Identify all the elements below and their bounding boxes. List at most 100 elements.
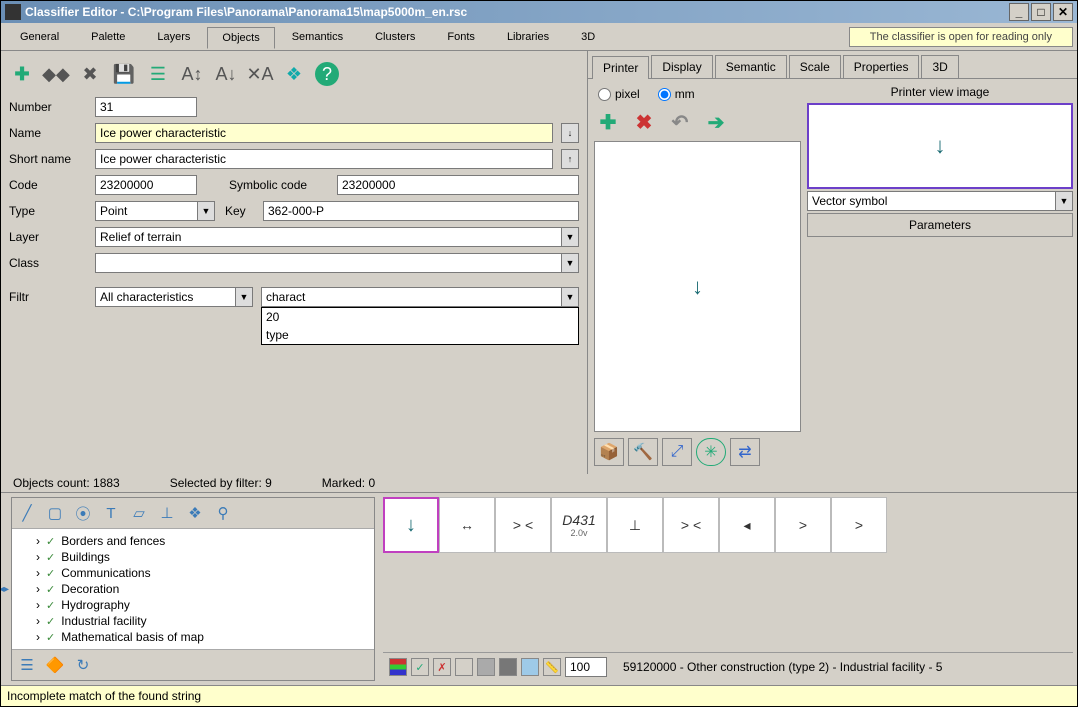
redo-icon[interactable]: ➔ [702,109,730,135]
parameters-button[interactable]: Parameters [807,213,1073,237]
layer-select[interactable] [95,227,561,247]
chevron-right-icon[interactable]: › [36,598,40,612]
key-input[interactable] [263,201,579,221]
text-tool-icon[interactable]: T [100,502,122,524]
delete-icon[interactable]: ✖ [77,61,103,87]
tab-semantic[interactable]: Semantic [715,55,787,78]
geo-tool-icon[interactable]: ⚲ [212,502,234,524]
symbol-cell[interactable]: ⊥ [607,497,663,553]
tab-properties[interactable]: Properties [843,55,920,78]
tree-color-icon[interactable]: 🔶 [44,654,66,676]
delete-preview-icon[interactable]: ✖ [630,109,658,135]
swatch-gray[interactable] [499,658,517,676]
name-dropdown-button[interactable]: ↓ [561,123,579,143]
class-dropdown-button[interactable]: ▼ [561,253,579,273]
name-input[interactable] [95,123,553,143]
swap-icon[interactable]: ⇄ [730,438,760,466]
chevron-right-icon[interactable]: › [36,550,40,564]
tree-list-icon[interactable]: ☰ [16,654,38,676]
collapse-icon[interactable]: ✳ [696,438,726,466]
tab-palette[interactable]: Palette [76,26,140,48]
symbol-cell[interactable]: D4312.0v [551,497,607,553]
tab-clusters[interactable]: Clusters [360,26,430,48]
chevron-right-icon[interactable]: › [36,566,40,580]
preview-canvas[interactable]: ↓ [594,141,801,432]
check-list-icon[interactable]: ✓ [411,658,429,676]
code-input[interactable] [95,175,197,195]
minimize-button[interactable]: _ [1009,3,1029,21]
swatch-lightgray[interactable] [477,658,495,676]
close-button[interactable]: ✕ [1053,3,1073,21]
expand-icon[interactable]: ⤢ [662,438,692,466]
mm-radio[interactable]: mm [658,87,695,101]
template-tool-icon[interactable]: ⊥ [156,502,178,524]
swatch-blue[interactable] [521,658,539,676]
ruler-icon[interactable]: 📏 [543,658,561,676]
chevron-right-icon[interactable]: › [36,582,40,596]
grid-icon[interactable] [389,658,407,676]
tab-objects[interactable]: Objects [207,27,274,49]
maximize-button[interactable]: □ [1031,3,1051,21]
filtr-search-dropdown-button[interactable]: ▼ [561,287,579,307]
symbol-cell[interactable]: > [831,497,887,553]
collapse-handle[interactable]: ◂▸ [1,493,7,685]
lamp-icon[interactable]: 🔨 [628,438,658,466]
layers-icon[interactable]: ❖ [281,61,307,87]
symbol-cell[interactable]: ↔ [439,497,495,553]
symbol-cell[interactable]: > < [663,497,719,553]
sort-desc-icon[interactable]: A↓ [213,61,239,87]
undo-icon[interactable]: ↶ [666,109,694,135]
layers-tool-icon[interactable]: ❖ [184,502,206,524]
tab-printer[interactable]: Printer [592,56,649,79]
symbol-cell[interactable]: ↓ [383,497,439,553]
tab-semantics[interactable]: Semantics [277,26,358,48]
list-icon[interactable]: ☰ [145,61,171,87]
shortname-input[interactable] [95,149,553,169]
swatch-white[interactable] [455,658,473,676]
number-input[interactable] [95,97,197,117]
line-tool-icon[interactable]: ╱ [16,502,38,524]
preview-image[interactable]: ↓ [807,103,1073,189]
pixel-radio[interactable]: pixel [598,87,640,101]
tab-fonts[interactable]: Fonts [432,26,490,48]
chevron-right-icon[interactable]: › [36,630,40,644]
layer-tree[interactable]: ›✓Borders and fences ›✓Buildings ›✓Commu… [12,529,374,649]
shortname-dropdown-button[interactable]: ↑ [561,149,579,169]
zoom-input[interactable] [565,657,607,677]
tab-scale[interactable]: Scale [789,55,841,78]
type-dropdown-button[interactable]: ▼ [197,201,215,221]
tab-libraries[interactable]: Libraries [492,26,564,48]
chevron-right-icon[interactable]: › [36,614,40,628]
tab-layers[interactable]: Layers [142,26,205,48]
chevron-right-icon[interactable]: › [36,534,40,548]
tab-general[interactable]: General [5,26,74,48]
type-select[interactable] [95,201,197,221]
filtr-option[interactable]: type [262,326,578,344]
clear-icon[interactable]: ✗ [433,658,451,676]
add-icon[interactable]: ✚ [9,61,35,87]
filtr-type-dropdown-button[interactable]: ▼ [235,287,253,307]
copy-icon[interactable]: ◆◆ [43,61,69,87]
filtr-search-input[interactable] [261,287,561,307]
tree-refresh-icon[interactable]: ↻ [72,654,94,676]
add-preview-icon[interactable]: ✚ [594,109,622,135]
symbol-type-dropdown-button[interactable]: ▼ [1055,191,1073,211]
filtr-option[interactable]: 20 [262,308,578,326]
help-icon[interactable]: ? [315,62,339,86]
symbol-cell[interactable]: ◂ [719,497,775,553]
vector-tool-icon[interactable]: ▱ [128,502,150,524]
box-icon[interactable]: 📦 [594,438,624,466]
point-tool-icon[interactable]: ⦿ [72,502,94,524]
sort-x-icon[interactable]: ✕A [247,61,273,87]
symbol-type-select[interactable] [807,191,1055,211]
sort-asc-icon[interactable]: A↕ [179,61,205,87]
class-select[interactable] [95,253,561,273]
rect-tool-icon[interactable]: ▢ [44,502,66,524]
tab-display[interactable]: Display [651,55,712,78]
save-icon[interactable]: 💾 [111,61,137,87]
tab-3d[interactable]: 3D [566,26,610,48]
filtr-type-select[interactable] [95,287,235,307]
symbol-cell[interactable]: > < [495,497,551,553]
symbol-cell[interactable]: > [775,497,831,553]
layer-dropdown-button[interactable]: ▼ [561,227,579,247]
